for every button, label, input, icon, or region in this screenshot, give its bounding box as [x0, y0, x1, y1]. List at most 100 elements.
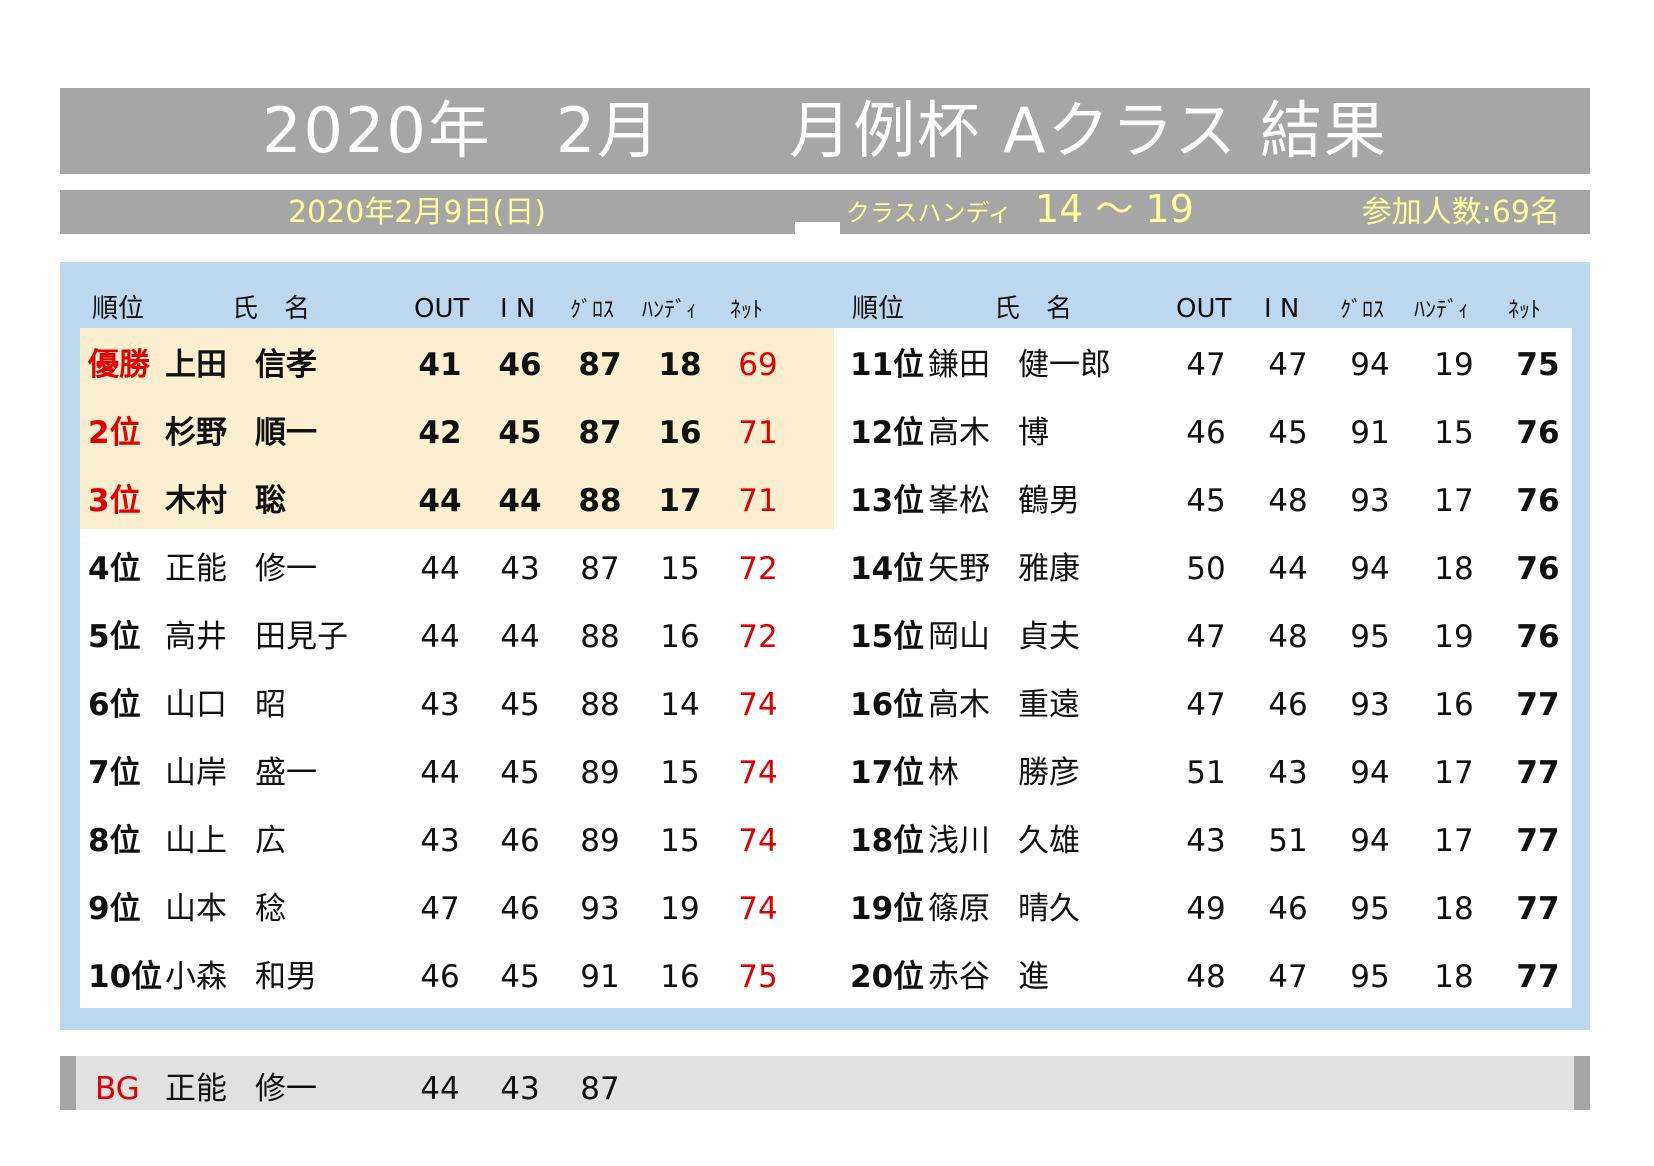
rank: 19位	[850, 891, 925, 927]
score-in: 45	[500, 959, 540, 995]
handicap: 18	[658, 347, 702, 383]
score-out: 44	[420, 551, 460, 587]
player-first-name: 博	[1018, 415, 1049, 451]
rank: 5位	[88, 619, 141, 655]
score-gross: 93	[1350, 483, 1390, 519]
player-last-name: 浅川	[928, 823, 990, 859]
handicap: 16	[660, 619, 700, 655]
handicap: 17	[1434, 823, 1474, 859]
booby-label: BG	[95, 1071, 140, 1107]
booby-bar-edge-left	[60, 1056, 76, 1110]
score-gross: 94	[1350, 551, 1390, 587]
rank: 14位	[850, 551, 925, 587]
score-out: 48	[1186, 959, 1226, 995]
class-handicap-label: クラスハンディ	[846, 199, 1012, 227]
player-first-name: 進	[1018, 959, 1049, 995]
handicap: 17	[1434, 483, 1474, 519]
score-in: 44	[498, 483, 542, 519]
class-handicap-range: 14 ～ 19	[1035, 187, 1194, 231]
score-net: 76	[1516, 483, 1560, 519]
handicap: 18	[1434, 959, 1474, 995]
score-out: 45	[1186, 483, 1226, 519]
booby-last-name: 正能	[165, 1071, 227, 1107]
rank: 7位	[88, 755, 141, 791]
score-net: 77	[1516, 891, 1560, 927]
score-in: 46	[500, 823, 540, 859]
score-out: 44	[420, 755, 460, 791]
score-gross: 95	[1350, 959, 1390, 995]
handicap: 18	[1434, 891, 1474, 927]
subheader-notch	[795, 222, 840, 236]
header-out-right: OUT	[1176, 294, 1232, 324]
player-first-name: 貞夫	[1018, 619, 1080, 655]
score-out: 47	[420, 891, 460, 927]
score-gross: 88	[580, 619, 620, 655]
score-gross: 94	[1350, 823, 1390, 859]
handicap: 16	[658, 415, 702, 451]
player-first-name: 勝彦	[1018, 755, 1080, 791]
player-first-name: 雅康	[1018, 551, 1080, 587]
score-out: 44	[418, 483, 462, 519]
player-first-name: 広	[255, 823, 286, 859]
score-in: 46	[500, 891, 540, 927]
player-last-name: 山岸	[165, 755, 227, 791]
score-gross: 94	[1350, 755, 1390, 791]
header-name-left: 氏 名	[232, 294, 311, 324]
rank: 10位	[88, 959, 163, 995]
player-last-name: 山本	[165, 891, 227, 927]
score-in: 44	[500, 619, 540, 655]
rank: 3位	[88, 483, 141, 519]
rank: 12位	[850, 415, 925, 451]
score-in: 46	[1268, 891, 1308, 927]
score-gross: 89	[580, 823, 620, 859]
player-last-name: 山上	[165, 823, 227, 859]
score-out: 41	[418, 347, 462, 383]
header-gross-left: ｸﾞﾛｽ	[570, 298, 615, 323]
rank: 13位	[850, 483, 925, 519]
score-out: 46	[420, 959, 460, 995]
score-gross: 93	[580, 891, 620, 927]
score-out: 44	[420, 619, 460, 655]
score-net: 71	[738, 483, 778, 519]
player-first-name: 晴久	[1018, 891, 1080, 927]
player-last-name: 矢野	[928, 551, 990, 587]
player-last-name: 高木	[928, 415, 990, 451]
title-banner: 2020年 2月 月例杯 Aクラス 結果	[60, 88, 1590, 174]
handicap: 15	[660, 755, 700, 791]
player-first-name: 重遠	[1018, 687, 1080, 723]
player-last-name: 鎌田	[928, 347, 990, 383]
booby-in: 43	[500, 1071, 540, 1107]
booby-bar-edge-right	[1574, 1056, 1590, 1110]
score-out: 42	[418, 415, 462, 451]
player-first-name: 田見子	[255, 619, 348, 655]
player-first-name: 鶴男	[1018, 483, 1080, 519]
score-in: 46	[1268, 687, 1308, 723]
player-first-name: 健一郎	[1018, 347, 1111, 383]
handicap: 15	[660, 823, 700, 859]
score-in: 45	[498, 415, 542, 451]
score-out: 43	[420, 687, 460, 723]
score-net: 77	[1516, 755, 1560, 791]
player-last-name: 小森	[165, 959, 227, 995]
rank: 11位	[850, 347, 925, 383]
handicap: 16	[660, 959, 700, 995]
player-first-name: 修一	[255, 551, 317, 587]
score-out: 49	[1186, 891, 1226, 927]
score-net: 77	[1516, 959, 1560, 995]
score-net: 74	[738, 823, 778, 859]
score-in: 47	[1268, 959, 1308, 995]
score-in: 47	[1268, 347, 1308, 383]
score-in: 46	[498, 347, 542, 383]
handicap: 19	[1434, 347, 1474, 383]
player-last-name: 杉野	[165, 415, 227, 451]
player-last-name: 木村	[165, 483, 227, 519]
header-out-left: OUT	[414, 294, 470, 324]
score-gross: 89	[580, 755, 620, 791]
header-name-right: 氏 名	[994, 294, 1073, 324]
score-in: 43	[1268, 755, 1308, 791]
player-last-name: 上田	[165, 347, 227, 383]
player-last-name: 高井	[165, 619, 227, 655]
player-last-name: 岡山	[928, 619, 990, 655]
header-net-right: ﾈｯﾄ	[1508, 298, 1542, 323]
score-out: 43	[1186, 823, 1226, 859]
